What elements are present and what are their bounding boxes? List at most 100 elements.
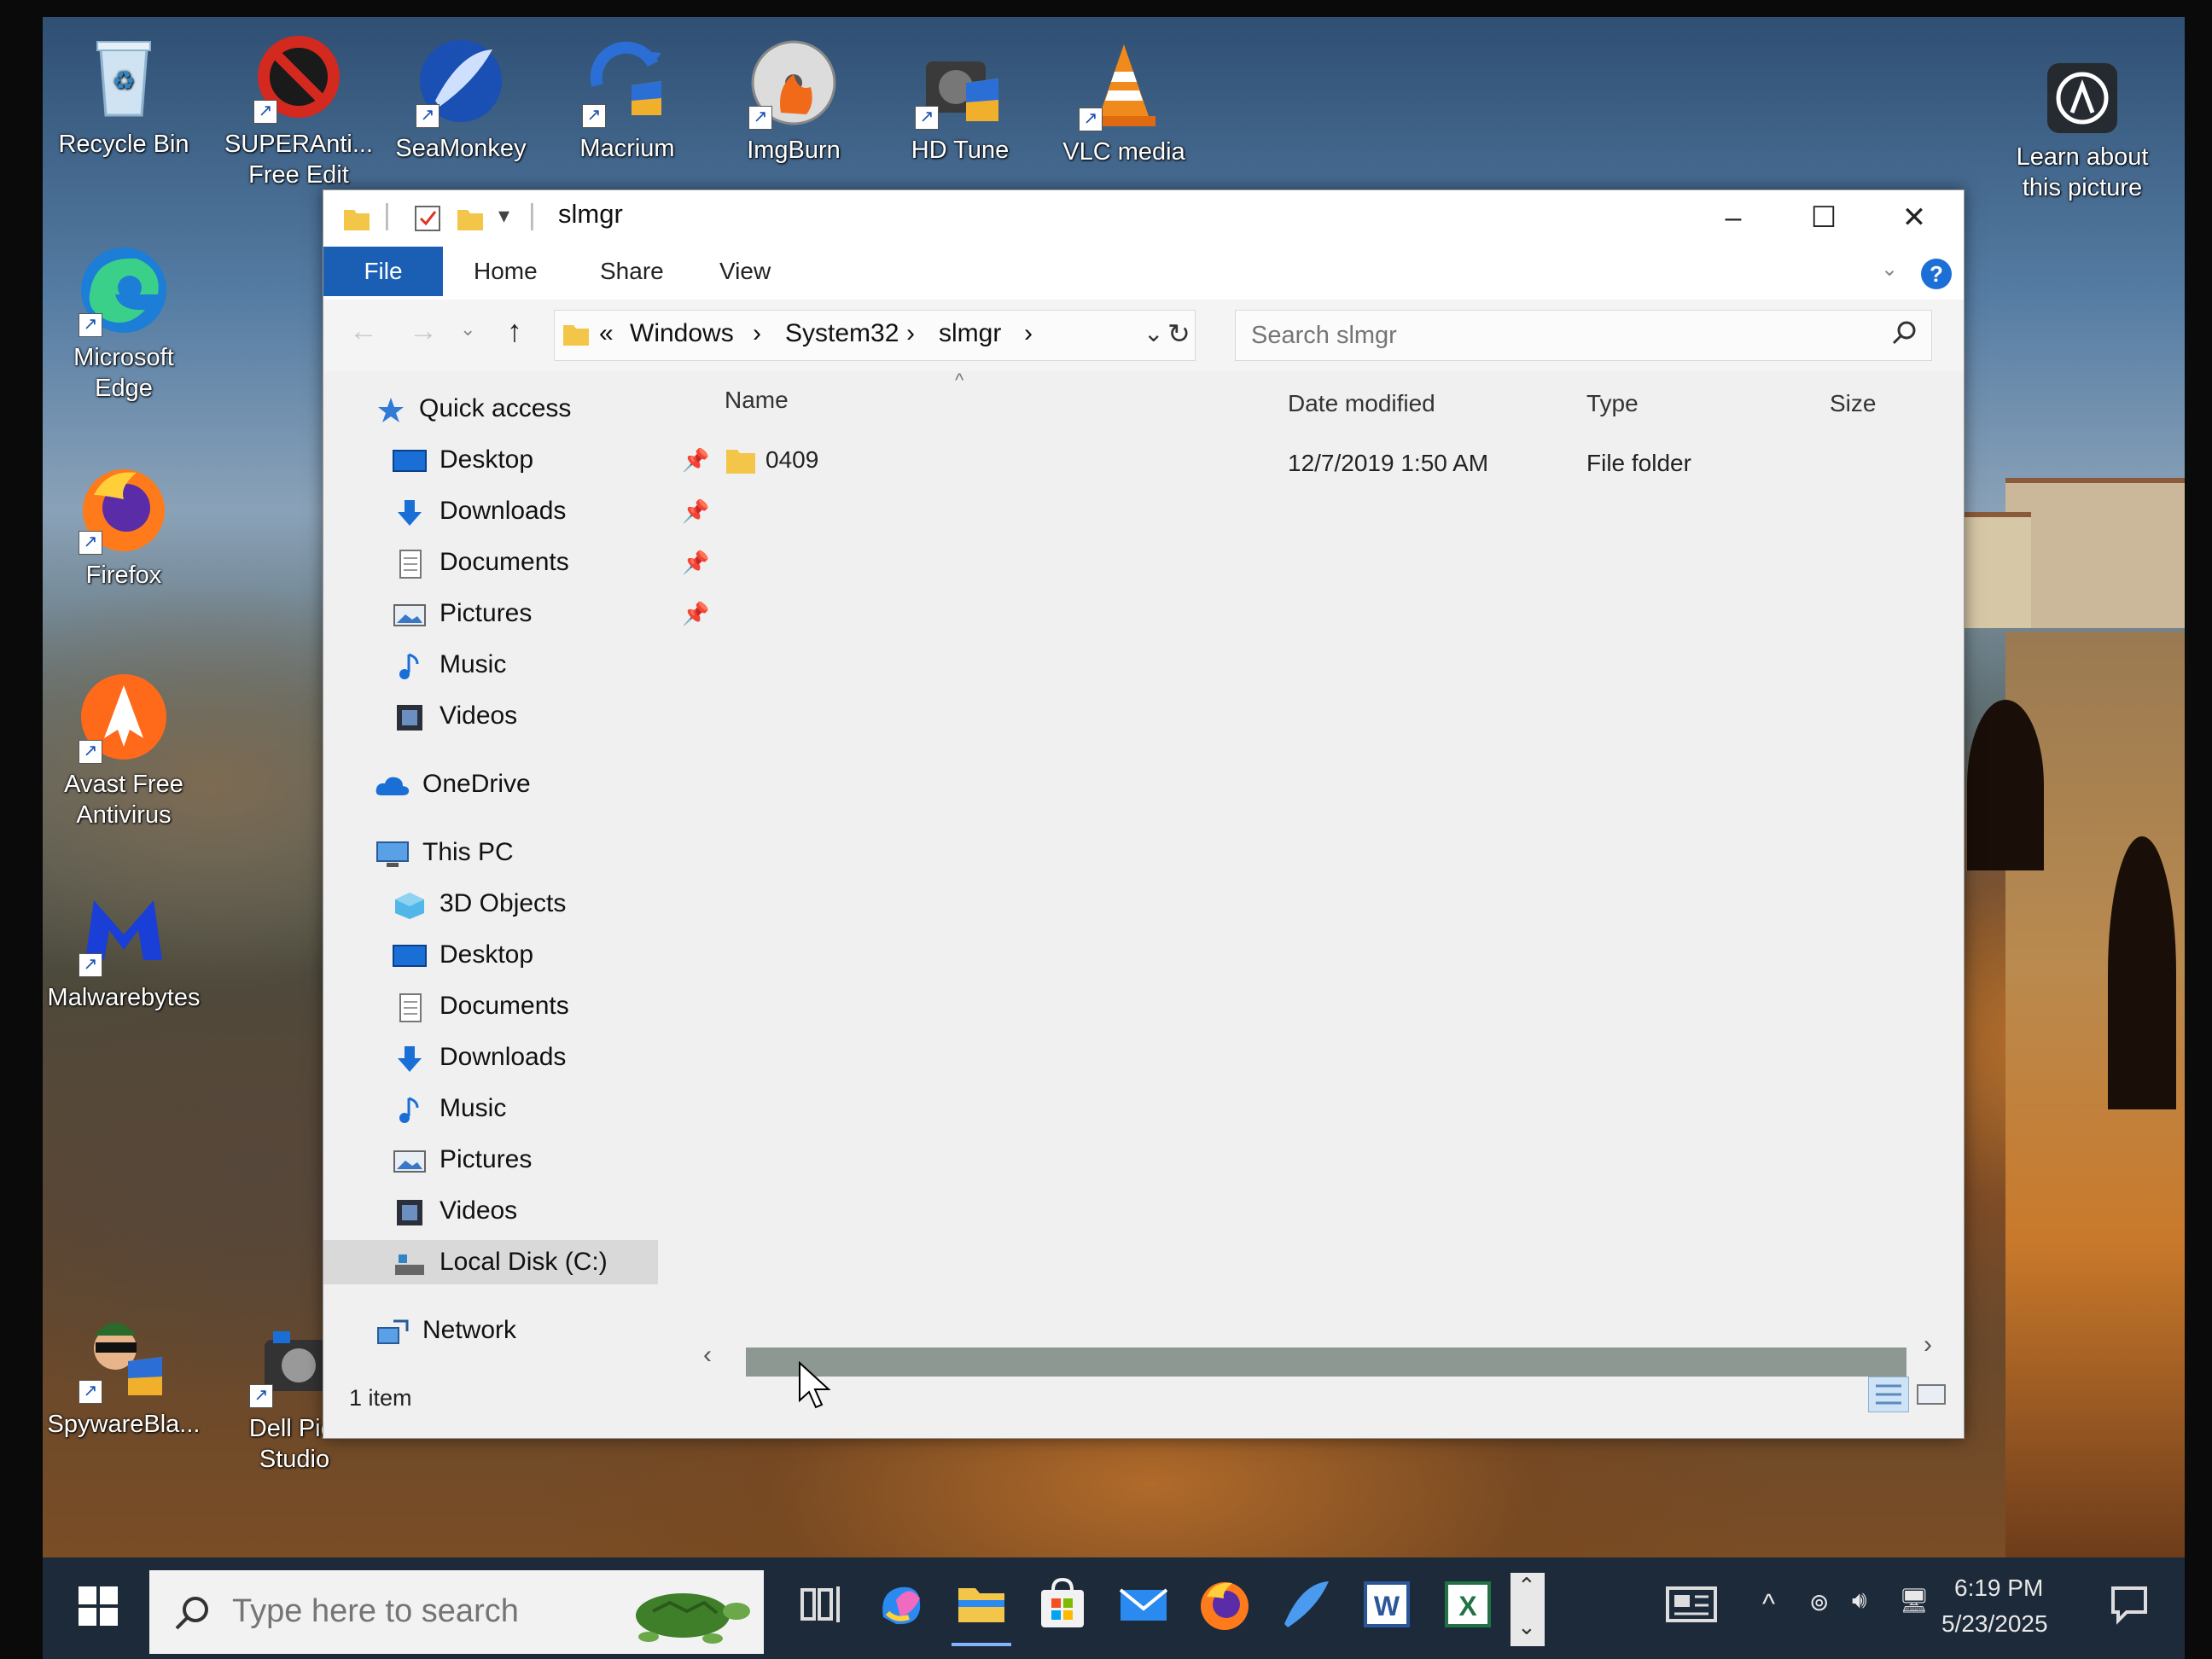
- excel-icon[interactable]: X: [1438, 1575, 1498, 1634]
- news-widget-icon[interactable]: [1664, 1583, 1719, 1630]
- tab-home[interactable]: Home: [458, 247, 553, 296]
- refresh-icon[interactable]: ↻: [1167, 317, 1190, 350]
- chevron-up-icon[interactable]: ⌃: [1517, 1573, 1536, 1599]
- chevron-down-icon[interactable]: ⌄: [1517, 1614, 1536, 1640]
- microsoft-store-icon[interactable]: [1033, 1575, 1092, 1634]
- back-arrow-icon[interactable]: ←: [349, 315, 378, 348]
- scrollbar-thumb[interactable]: [746, 1348, 1906, 1377]
- nav-network[interactable]: Network: [375, 1308, 516, 1353]
- learn-about-picture[interactable]: Learn about this picture: [2001, 60, 2163, 203]
- horizontal-scrollbar[interactable]: ‹ ›: [703, 1330, 1932, 1378]
- nav-quick-music[interactable]: Music: [392, 643, 506, 687]
- nav-this-pc[interactable]: This PC: [375, 830, 514, 875]
- column-type[interactable]: Type: [1586, 390, 1639, 417]
- nav-pc-pictures[interactable]: Pictures: [392, 1138, 532, 1182]
- desktop-icon-malwarebytes[interactable]: ↗ Malwarebytes: [43, 883, 205, 1013]
- new-folder-icon[interactable]: [456, 204, 485, 237]
- breadcrumb-separator[interactable]: ›: [1024, 319, 1033, 348]
- up-arrow-icon[interactable]: ↑: [507, 313, 522, 349]
- minimize-button[interactable]: –: [1689, 190, 1778, 247]
- address-dropdown-icon[interactable]: ⌄: [1144, 319, 1163, 347]
- tab-view[interactable]: View: [704, 247, 786, 296]
- desktop-icon-macrium[interactable]: ↗ Macrium: [546, 34, 708, 164]
- properties-check-icon[interactable]: [413, 204, 442, 237]
- windows-start-icon[interactable]: [77, 1585, 119, 1632]
- firefox-taskbar-icon[interactable]: [1195, 1575, 1254, 1634]
- nav-quick-downloads[interactable]: Downloads 📌: [392, 489, 709, 533]
- desktop-icon-hd-tune[interactable]: ↗ HD Tune: [879, 36, 1041, 166]
- clock-time[interactable]: 6:19 PM: [1954, 1575, 2043, 1602]
- pin-icon[interactable]: 📌: [682, 489, 709, 533]
- nav-quick-access[interactable]: Quick access: [376, 387, 571, 431]
- large-icons-view-icon[interactable]: [1916, 1382, 1947, 1412]
- nav-pc-desktop[interactable]: Desktop: [392, 933, 533, 977]
- search-box[interactable]: [1235, 310, 1932, 361]
- taskbar-search-box[interactable]: [149, 1570, 764, 1654]
- close-button[interactable]: ✕: [1870, 190, 1959, 247]
- word-icon[interactable]: W: [1357, 1575, 1417, 1634]
- expand-ribbon-icon[interactable]: ⌄: [1881, 257, 1898, 282]
- details-view-icon[interactable]: [1868, 1377, 1909, 1412]
- nav-local-disk-selected[interactable]: Local Disk (C:): [323, 1240, 658, 1284]
- tab-file[interactable]: File: [323, 247, 443, 296]
- nav-label: Documents: [439, 548, 569, 576]
- breadcrumb-slmgr[interactable]: slmgr: [939, 319, 1001, 348]
- clock-date[interactable]: 5/23/2025: [1941, 1610, 2048, 1638]
- pin-icon[interactable]: 📌: [682, 540, 709, 585]
- mail-icon[interactable]: [1114, 1575, 1173, 1634]
- nav-quick-pictures[interactable]: Pictures 📌: [392, 591, 709, 636]
- network-status-icon[interactable]: 🖥︎: [1899, 1586, 1930, 1615]
- recent-locations-icon[interactable]: ⌄: [460, 318, 475, 341]
- file-explorer-taskbar-icon[interactable]: [952, 1575, 1011, 1646]
- breadcrumb-system32[interactable]: System32: [785, 319, 899, 348]
- cloud-icon: [375, 771, 410, 800]
- search-icon[interactable]: [1891, 319, 1918, 351]
- maximize-button[interactable]: ☐: [1779, 190, 1868, 247]
- seamonkey-taskbar-icon[interactable]: [1276, 1575, 1336, 1634]
- title-bar[interactable]: | ▾ | slmgr – ☐ ✕: [323, 190, 1964, 247]
- taskbar-scroll[interactable]: ⌃ ⌄: [1511, 1573, 1545, 1646]
- column-name[interactable]: Name: [725, 387, 789, 414]
- nav-quick-desktop[interactable]: Desktop 📌: [392, 438, 709, 482]
- desktop-icon-avast[interactable]: ↗ Avast Free Antivirus: [43, 670, 205, 830]
- desktop-icon-spywareblaster[interactable]: ↗ SpywareBla...: [43, 1310, 205, 1440]
- taskbar-search-input[interactable]: [230, 1589, 592, 1633]
- action-center-icon[interactable]: [2108, 1583, 2151, 1630]
- desktop-icon-firefox[interactable]: ↗ Firefox: [43, 461, 205, 591]
- scroll-left-icon[interactable]: ‹: [703, 1341, 712, 1370]
- search-input[interactable]: [1249, 317, 1867, 353]
- scroll-right-icon[interactable]: ›: [1924, 1330, 1932, 1359]
- desktop-icon-imgburn[interactable]: ↗ ImgBurn: [713, 36, 875, 166]
- breadcrumb-separator[interactable]: ›: [753, 319, 761, 348]
- copilot-icon[interactable]: [870, 1575, 930, 1634]
- tab-share[interactable]: Share: [585, 247, 679, 296]
- address-bar[interactable]: « Windows › System32 › slmgr › ⌄ ↻: [554, 310, 1196, 361]
- nav-pc-music[interactable]: Music: [392, 1086, 506, 1131]
- breadcrumb-overflow[interactable]: «: [599, 319, 614, 348]
- desktop-icon-vlc[interactable]: ↗ VLC media: [1043, 38, 1205, 167]
- pin-icon[interactable]: 📌: [682, 591, 709, 636]
- desktop-icon-seamonkey[interactable]: ↗ SeaMonkey: [380, 34, 542, 164]
- help-icon[interactable]: ?: [1921, 259, 1952, 289]
- desktop-icon-edge[interactable]: ↗ Microsoft Edge: [43, 243, 205, 404]
- meet-now-icon[interactable]: ⊚: [1809, 1588, 1829, 1616]
- desktop-icon-recycle-bin[interactable]: ♻ Recycle Bin: [43, 30, 205, 160]
- nav-pc-videos[interactable]: Videos: [392, 1189, 517, 1233]
- volume-icon[interactable]: 🔊︎: [1852, 1586, 1867, 1615]
- forward-arrow-icon[interactable]: →: [409, 315, 438, 348]
- task-view-icon[interactable]: [794, 1575, 853, 1634]
- nav-pc-downloads[interactable]: Downloads: [392, 1035, 566, 1080]
- nav-pc-documents[interactable]: Documents: [392, 984, 569, 1028]
- nav-onedrive[interactable]: OneDrive: [375, 762, 531, 806]
- breadcrumb-windows[interactable]: Windows: [630, 319, 734, 348]
- desktop-icon-superantispyware[interactable]: ↗ SUPERAnti... Free Edit: [218, 30, 380, 190]
- qat-dropdown-icon[interactable]: ▾: [498, 202, 509, 229]
- nav-3d-objects[interactable]: 3D Objects: [392, 882, 566, 926]
- column-size[interactable]: Size: [1830, 390, 1876, 417]
- nav-quick-videos[interactable]: Videos: [392, 694, 517, 738]
- show-hidden-icons-chevron[interactable]: ^: [1762, 1588, 1775, 1620]
- nav-quick-documents[interactable]: Documents 📌: [392, 540, 709, 585]
- column-date-modified[interactable]: Date modified: [1288, 390, 1435, 417]
- file-list-row[interactable]: 0409 12/7/2019 1:50 AM File folder: [699, 438, 1945, 487]
- breadcrumb-separator[interactable]: ›: [906, 319, 915, 348]
